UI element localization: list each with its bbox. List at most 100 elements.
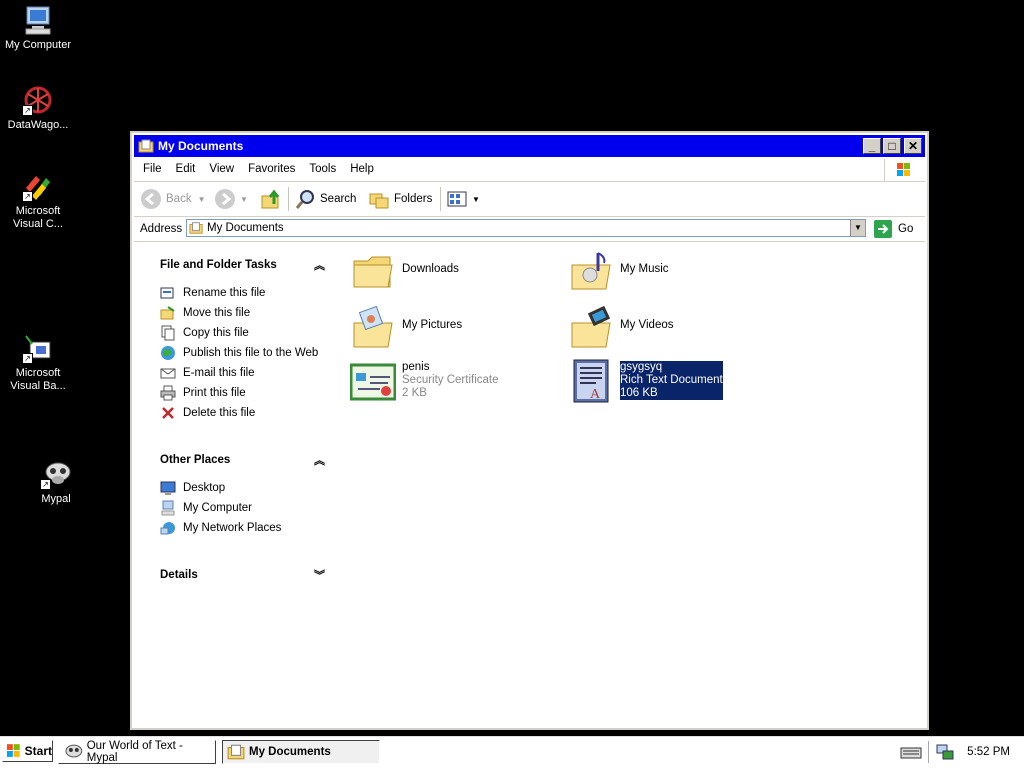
up-folder-icon <box>261 189 280 209</box>
desktop-icon-label: Microsoft Visual C... <box>13 205 63 230</box>
search-button[interactable]: Search <box>294 187 356 211</box>
desktop-icon-mypal[interactable]: ↗ Mypal <box>18 458 94 506</box>
task-move[interactable]: Move this file <box>160 305 250 321</box>
taskbar-item-my-documents[interactable]: My Documents <box>222 740 380 764</box>
keyboard-icon[interactable] <box>900 744 922 760</box>
taskbar-item-mypal[interactable]: Our World of Text - Mypal <box>58 740 216 764</box>
rtf-document-icon: A <box>573 359 609 403</box>
desktop-icon-label: Microsoft Visual Ba... <box>10 367 66 392</box>
place-desktop[interactable]: Desktop <box>160 480 225 496</box>
menu-help[interactable]: Help <box>343 159 381 179</box>
shortcut-arrow-icon: ↗ <box>40 479 51 490</box>
network-icon[interactable] <box>935 743 955 761</box>
menu-bar: File Edit View Favorites Tools Help <box>134 159 925 182</box>
file-folder-tasks-title[interactable]: File and Folder Tasks <box>160 259 277 271</box>
task-delete[interactable]: Delete this file <box>160 405 255 421</box>
menu-edit[interactable]: Edit <box>169 159 203 179</box>
collapse-chevron-icon[interactable]: ︽ <box>314 452 325 468</box>
other-places-title[interactable]: Other Places <box>160 454 230 466</box>
forward-dropdown-icon[interactable]: ▼ <box>240 195 248 204</box>
up-folder-button[interactable] <box>260 187 286 211</box>
mypal-icon <box>65 744 83 758</box>
search-icon <box>295 190 314 209</box>
title-bar[interactable]: My Documents _ □ ✕ <box>134 135 925 157</box>
desktop-icon-visual-c[interactable]: ↗ Microsoft Visual C... <box>0 170 76 231</box>
menu-favorites[interactable]: Favorites <box>241 159 302 179</box>
file-name: My Videos <box>620 319 674 331</box>
file-name: My Pictures <box>402 319 463 331</box>
file-item-downloads[interactable]: Downloads <box>350 249 459 295</box>
shortcut-arrow-icon: ↗ <box>22 191 33 202</box>
task-email[interactable]: E-mail this file <box>160 365 255 381</box>
back-label: Back <box>166 193 192 205</box>
address-field[interactable]: My Documents ▼ <box>186 219 866 237</box>
address-dropdown-icon[interactable]: ▼ <box>850 220 865 236</box>
toolbar-separator <box>288 187 289 211</box>
svg-text:A: A <box>590 387 601 402</box>
copy-icon <box>161 325 175 341</box>
documents-folder-icon <box>189 222 203 234</box>
menu-file[interactable]: File <box>136 159 169 179</box>
music-folder-icon <box>571 252 611 290</box>
address-value: My Documents <box>207 222 284 234</box>
close-button[interactable]: ✕ <box>904 138 922 154</box>
collapse-chevron-icon[interactable]: ︽ <box>314 257 325 273</box>
file-name: penis <box>402 361 430 373</box>
file-item-my-videos[interactable]: My Videos <box>568 305 673 351</box>
shortcut-arrow-icon: ↗ <box>22 353 33 364</box>
my-computer-icon <box>161 500 175 516</box>
place-my-computer[interactable]: My Computer <box>160 500 252 516</box>
start-button[interactable]: Start <box>2 740 53 762</box>
toolbar-separator <box>440 187 441 211</box>
clock[interactable]: 5:52 PM <box>967 746 1010 758</box>
expand-chevron-icon[interactable]: ︾ <box>314 567 325 583</box>
back-dropdown-icon[interactable]: ▼ <box>198 195 206 204</box>
globe-icon <box>161 346 175 360</box>
videos-folder-icon <box>571 305 611 348</box>
desktop-icon-visual-basic[interactable]: ↗ Microsoft Visual Ba... <box>0 332 76 393</box>
folders-button[interactable]: Folders <box>368 187 432 211</box>
toolbar: Back ▼ ▼ Search Folders ▼ <box>134 182 925 217</box>
go-arrow-icon <box>874 220 892 238</box>
details-title[interactable]: Details <box>160 569 198 581</box>
menu-tools[interactable]: Tools <box>302 159 343 179</box>
shortcut-arrow-icon: ↗ <box>22 105 33 116</box>
go-button[interactable]: Go <box>874 220 913 238</box>
documents-folder-icon <box>227 744 245 760</box>
file-item-rtf-document[interactable]: A gsygsyq Rich Text Document 106 KB <box>568 358 723 404</box>
system-tray: 5:52 PM <box>900 740 1022 764</box>
task-print[interactable]: Print this file <box>160 385 246 401</box>
views-icon <box>447 191 467 207</box>
maximize-button[interactable]: □ <box>883 138 901 154</box>
task-copy[interactable]: Copy this file <box>160 325 249 341</box>
folder-icon <box>353 256 393 288</box>
email-icon <box>160 368 176 379</box>
folders-label: Folders <box>394 193 433 205</box>
forward-button[interactable]: ▼ <box>214 187 248 211</box>
printer-icon <box>160 385 176 401</box>
documents-folder-icon <box>138 139 154 153</box>
tray-separator <box>928 741 930 763</box>
menu-view[interactable]: View <box>202 159 241 179</box>
visual-c-icon: ↗ <box>22 170 54 202</box>
file-type: Security Certificate <box>402 374 499 386</box>
task-publish[interactable]: Publish this file to the Web <box>160 345 318 361</box>
desktop-icon-label: DataWago... <box>7 119 69 131</box>
desktop-icon-datawagon[interactable]: ↗ DataWago... <box>0 84 76 132</box>
file-item-my-pictures[interactable]: My Pictures <box>350 305 462 351</box>
file-type: Rich Text Document <box>620 374 723 386</box>
file-item-my-music[interactable]: My Music <box>568 249 669 295</box>
minimize-button[interactable]: _ <box>863 138 881 154</box>
place-network[interactable]: My Network Places <box>160 520 281 536</box>
window-title: My Documents <box>158 139 244 153</box>
back-button[interactable]: Back ▼ <box>140 187 206 211</box>
task-rename[interactable]: Rename this file <box>160 285 265 301</box>
desktop-icon-my-computer[interactable]: My Computer <box>0 4 76 52</box>
views-dropdown-icon[interactable]: ▼ <box>472 195 480 204</box>
taskbar: Start Our World of Text - Mypal My Docum… <box>0 736 1024 769</box>
my-computer-icon <box>22 4 54 36</box>
file-item-certificate[interactable]: penis Security Certificate 2 KB <box>350 361 499 407</box>
views-button[interactable]: ▼ <box>446 187 480 211</box>
file-size: 2 KB <box>402 387 427 399</box>
file-name: Downloads <box>402 263 459 275</box>
